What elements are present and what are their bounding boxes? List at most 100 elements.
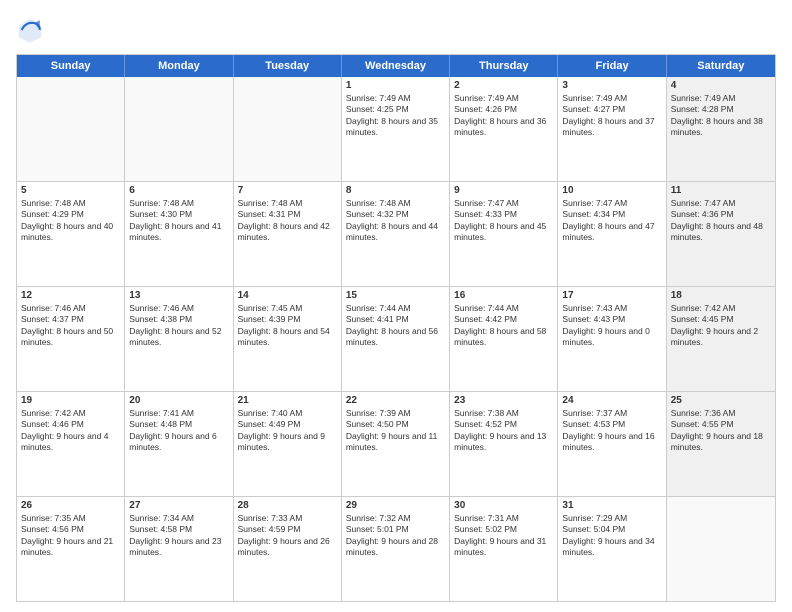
day-number: 17	[562, 290, 661, 301]
cell-info-line: Sunset: 4:25 PM	[346, 104, 445, 115]
cell-info-line: Sunrise: 7:32 AM	[346, 513, 445, 524]
daylight-line: Daylight: 8 hours and 47 minutes.	[562, 221, 661, 244]
cell-info-line: Sunset: 4:49 PM	[238, 419, 337, 430]
cell-info-line: Sunrise: 7:49 AM	[346, 93, 445, 104]
day-number: 25	[671, 395, 771, 406]
cell-info-line: Sunrise: 7:37 AM	[562, 408, 661, 419]
day-number: 6	[129, 185, 228, 196]
daylight-line: Daylight: 9 hours and 0 minutes.	[562, 326, 661, 349]
daylight-line: Daylight: 9 hours and 6 minutes.	[129, 431, 228, 454]
weekday-header-tuesday: Tuesday	[234, 55, 342, 77]
cell-info-line: Sunset: 4:52 PM	[454, 419, 553, 430]
day-number: 7	[238, 185, 337, 196]
daylight-line: Daylight: 8 hours and 35 minutes.	[346, 116, 445, 139]
cell-info-line: Sunrise: 7:43 AM	[562, 303, 661, 314]
calendar-row-3: 12Sunrise: 7:46 AMSunset: 4:37 PMDayligh…	[17, 287, 775, 392]
cell-info-line: Sunrise: 7:49 AM	[454, 93, 553, 104]
cell-info-line: Sunrise: 7:48 AM	[238, 198, 337, 209]
weekday-header-monday: Monday	[125, 55, 233, 77]
cell-info-line: Sunrise: 7:31 AM	[454, 513, 553, 524]
cell-info-line: Sunrise: 7:46 AM	[21, 303, 120, 314]
calendar-cell-day-15: 15Sunrise: 7:44 AMSunset: 4:41 PMDayligh…	[342, 287, 450, 391]
calendar-cell-empty	[17, 77, 125, 181]
day-number: 30	[454, 500, 553, 511]
calendar-row-2: 5Sunrise: 7:48 AMSunset: 4:29 PMDaylight…	[17, 182, 775, 287]
day-number: 5	[21, 185, 120, 196]
calendar-cell-day-14: 14Sunrise: 7:45 AMSunset: 4:39 PMDayligh…	[234, 287, 342, 391]
cell-info-line: Sunrise: 7:42 AM	[21, 408, 120, 419]
cell-info-line: Sunset: 4:53 PM	[562, 419, 661, 430]
calendar-cell-day-20: 20Sunrise: 7:41 AMSunset: 4:48 PMDayligh…	[125, 392, 233, 496]
calendar-cell-day-13: 13Sunrise: 7:46 AMSunset: 4:38 PMDayligh…	[125, 287, 233, 391]
cell-info-line: Sunset: 4:26 PM	[454, 104, 553, 115]
daylight-line: Daylight: 9 hours and 18 minutes.	[671, 431, 771, 454]
cell-info-line: Sunset: 4:45 PM	[671, 314, 771, 325]
daylight-line: Daylight: 9 hours and 16 minutes.	[562, 431, 661, 454]
day-number: 2	[454, 80, 553, 91]
day-number: 29	[346, 500, 445, 511]
daylight-line: Daylight: 8 hours and 58 minutes.	[454, 326, 553, 349]
logo	[16, 16, 48, 44]
cell-info-line: Sunset: 4:28 PM	[671, 104, 771, 115]
cell-info-line: Sunset: 4:33 PM	[454, 209, 553, 220]
day-number: 13	[129, 290, 228, 301]
cell-info-line: Sunset: 4:56 PM	[21, 524, 120, 535]
calendar-cell-day-2: 2 Sunrise: 7:49 AMSunset: 4:26 PMDaylight…	[450, 77, 558, 181]
calendar-cell-day-24: 24Sunrise: 7:37 AMSunset: 4:53 PMDayligh…	[558, 392, 666, 496]
day-number: 31	[562, 500, 661, 511]
weekday-header-sunday: Sunday	[17, 55, 125, 77]
cell-info-line: Sunset: 4:50 PM	[346, 419, 445, 430]
day-number: 1	[346, 80, 445, 91]
cell-info-line: Sunset: 4:48 PM	[129, 419, 228, 430]
daylight-line: Daylight: 9 hours and 9 minutes.	[238, 431, 337, 454]
daylight-line: Daylight: 9 hours and 4 minutes.	[21, 431, 120, 454]
daylight-line: Daylight: 8 hours and 48 minutes.	[671, 221, 771, 244]
calendar-cell-day-19: 19Sunrise: 7:42 AMSunset: 4:46 PMDayligh…	[17, 392, 125, 496]
daylight-line: Daylight: 8 hours and 50 minutes.	[21, 326, 120, 349]
calendar-cell-empty	[667, 497, 775, 601]
cell-info-line: Sunrise: 7:42 AM	[671, 303, 771, 314]
day-number: 10	[562, 185, 661, 196]
cell-info-line: Sunset: 4:30 PM	[129, 209, 228, 220]
day-number: 22	[346, 395, 445, 406]
cell-info-line: Sunset: 4:32 PM	[346, 209, 445, 220]
cell-info-line: Sunrise: 7:44 AM	[454, 303, 553, 314]
cell-info-line: Sunrise: 7:44 AM	[346, 303, 445, 314]
cell-info-line: Sunset: 4:29 PM	[21, 209, 120, 220]
calendar-cell-day-12: 12Sunrise: 7:46 AMSunset: 4:37 PMDayligh…	[17, 287, 125, 391]
cell-info-line: Sunset: 4:59 PM	[238, 524, 337, 535]
daylight-line: Daylight: 9 hours and 31 minutes.	[454, 536, 553, 559]
day-number: 21	[238, 395, 337, 406]
calendar-cell-empty	[125, 77, 233, 181]
calendar-cell-day-3: 3Sunrise: 7:49 AMSunset: 4:27 PMDaylight…	[558, 77, 666, 181]
cell-info-line: Sunrise: 7:47 AM	[454, 198, 553, 209]
calendar-row-5: 26Sunrise: 7:35 AMSunset: 4:56 PMDayligh…	[17, 497, 775, 601]
cell-info-line: Sunrise: 7:48 AM	[21, 198, 120, 209]
day-number: 19	[21, 395, 120, 406]
calendar-cell-empty	[234, 77, 342, 181]
daylight-line: Daylight: 8 hours and 42 minutes.	[238, 221, 337, 244]
daylight-line: Daylight: 9 hours and 21 minutes.	[21, 536, 120, 559]
cell-info-line: Sunset: 5:04 PM	[562, 524, 661, 535]
calendar-cell-day-18: 18Sunrise: 7:42 AMSunset: 4:45 PMDayligh…	[667, 287, 775, 391]
calendar-row-4: 19Sunrise: 7:42 AMSunset: 4:46 PMDayligh…	[17, 392, 775, 497]
cell-info-line: Sunrise: 7:29 AM	[562, 513, 661, 524]
day-number: 18	[671, 290, 771, 301]
daylight-line: Daylight: 8 hours and 40 minutes.	[21, 221, 120, 244]
day-number: 23	[454, 395, 553, 406]
cell-info-line: Sunrise: 7:38 AM	[454, 408, 553, 419]
cell-info-line: Sunrise: 7:33 AM	[238, 513, 337, 524]
daylight-line: Daylight: 8 hours and 36 minutes.	[454, 116, 553, 139]
daylight-line: Daylight: 8 hours and 38 minutes.	[671, 116, 771, 139]
weekday-header-friday: Friday	[558, 55, 666, 77]
day-number: 14	[238, 290, 337, 301]
calendar-cell-day-31: 31Sunrise: 7:29 AMSunset: 5:04 PMDayligh…	[558, 497, 666, 601]
day-number: 12	[21, 290, 120, 301]
logo-icon	[16, 16, 44, 44]
day-number: 9	[454, 185, 553, 196]
calendar-cell-day-26: 26Sunrise: 7:35 AMSunset: 4:56 PMDayligh…	[17, 497, 125, 601]
cell-info-line: Sunrise: 7:39 AM	[346, 408, 445, 419]
daylight-line: Daylight: 8 hours and 52 minutes.	[129, 326, 228, 349]
calendar-cell-day-28: 28Sunrise: 7:33 AMSunset: 4:59 PMDayligh…	[234, 497, 342, 601]
calendar-cell-day-17: 17Sunrise: 7:43 AMSunset: 4:43 PMDayligh…	[558, 287, 666, 391]
